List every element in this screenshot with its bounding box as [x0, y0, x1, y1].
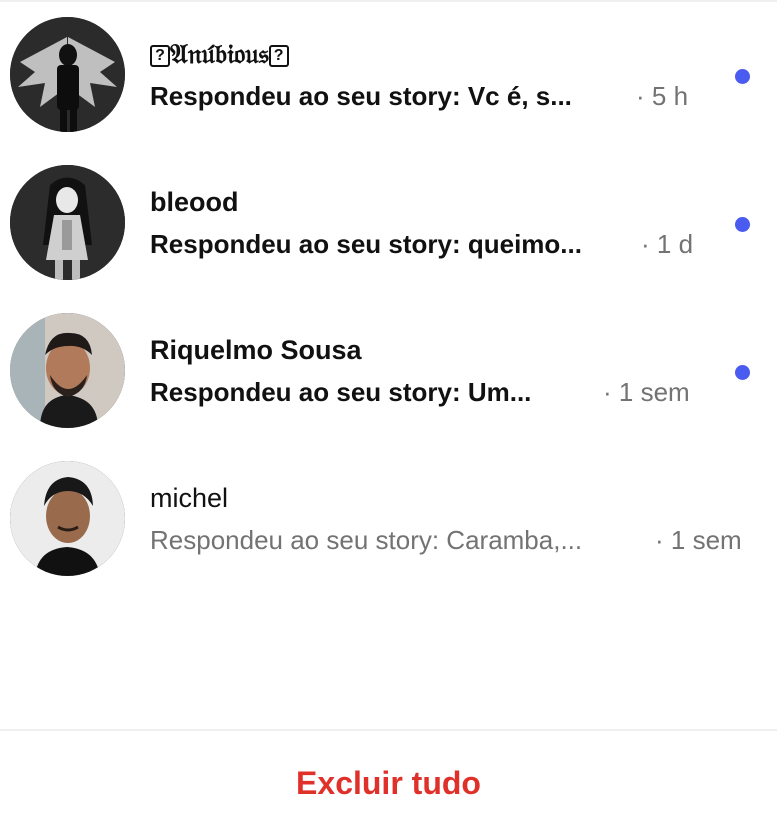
- conversation-name: ? 𝔄𝔫𝔲́𝔟𝔦𝔬𝔲𝔰?: [150, 38, 289, 71]
- unknown-glyph-icon: ?: [150, 45, 170, 67]
- conversation-time: · 5 h: [636, 81, 689, 111]
- message-requests-screen: ? 𝔄𝔫𝔲́𝔟𝔦𝔬𝔲𝔰? Respondeu ao seu story: Vc é…: [0, 0, 777, 826]
- conversation-preview: Respondeu ao seu story: Caramba,...: [150, 525, 583, 555]
- unread-dot-icon: [735, 365, 750, 380]
- footer-divider: [0, 729, 777, 731]
- conversation-preview: Respondeu ao seu story: Vc é, s...: [150, 81, 572, 111]
- avatar: [10, 165, 125, 280]
- unread-dot-icon: [735, 69, 750, 84]
- conversation-row[interactable]: Riquelmo Sousa Respondeu ao seu story: U…: [0, 306, 777, 436]
- conversation-time: · 1 d: [641, 229, 694, 259]
- conversation-time: · 1 sem: [655, 525, 742, 555]
- unknown-glyph-icon: ?: [268, 45, 289, 67]
- avatar: [10, 461, 125, 576]
- avatar: [10, 17, 125, 132]
- conversation-name: bleood: [150, 187, 239, 217]
- top-divider: [0, 0, 777, 2]
- conversation-preview: Respondeu ao seu story: Um...: [150, 377, 532, 407]
- conversation-time: · 1 sem: [603, 377, 690, 407]
- conversation-preview: Respondeu ao seu story: queimo...: [150, 229, 582, 259]
- conversation-row[interactable]: ? 𝔄𝔫𝔲́𝔟𝔦𝔬𝔲𝔰? Respondeu ao seu story: Vc é…: [0, 10, 777, 140]
- unread-dot-icon: [735, 217, 750, 232]
- delete-all-button[interactable]: Excluir tudo: [0, 760, 777, 806]
- conversation-name: michel: [150, 483, 229, 513]
- conversation-row[interactable]: bleood Respondeu ao seu story: queimo...…: [0, 158, 777, 288]
- avatar: [10, 313, 125, 428]
- conversation-name: Riquelmo Sousa: [150, 335, 362, 365]
- conversation-row[interactable]: michel Respondeu ao seu story: Caramba,.…: [0, 454, 777, 584]
